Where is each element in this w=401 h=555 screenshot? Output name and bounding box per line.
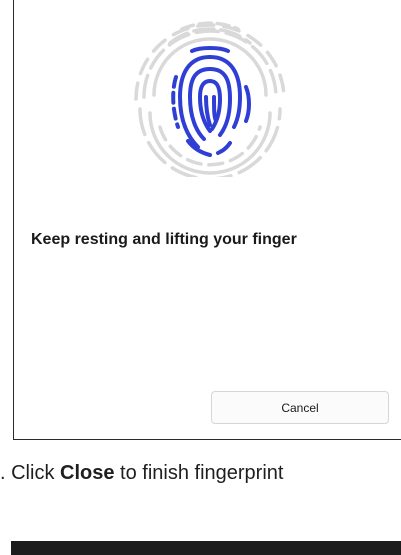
cancel-button[interactable]: Cancel (211, 391, 389, 424)
fingerprint-icon (134, 21, 286, 177)
instruction-text: . Click Close to finish fingerprint (0, 462, 283, 485)
instruction-prefix: . Click (0, 462, 60, 484)
instruction-suffix: to finish fingerprint (114, 462, 284, 484)
fingerprint-setup-dialog: Keep resting and lifting your finger Can… (13, 0, 401, 440)
dialog-prompt: Keep resting and lifting your finger (31, 231, 297, 248)
next-screenshot-strip (11, 541, 401, 555)
close-emphasis: Close (60, 462, 115, 484)
